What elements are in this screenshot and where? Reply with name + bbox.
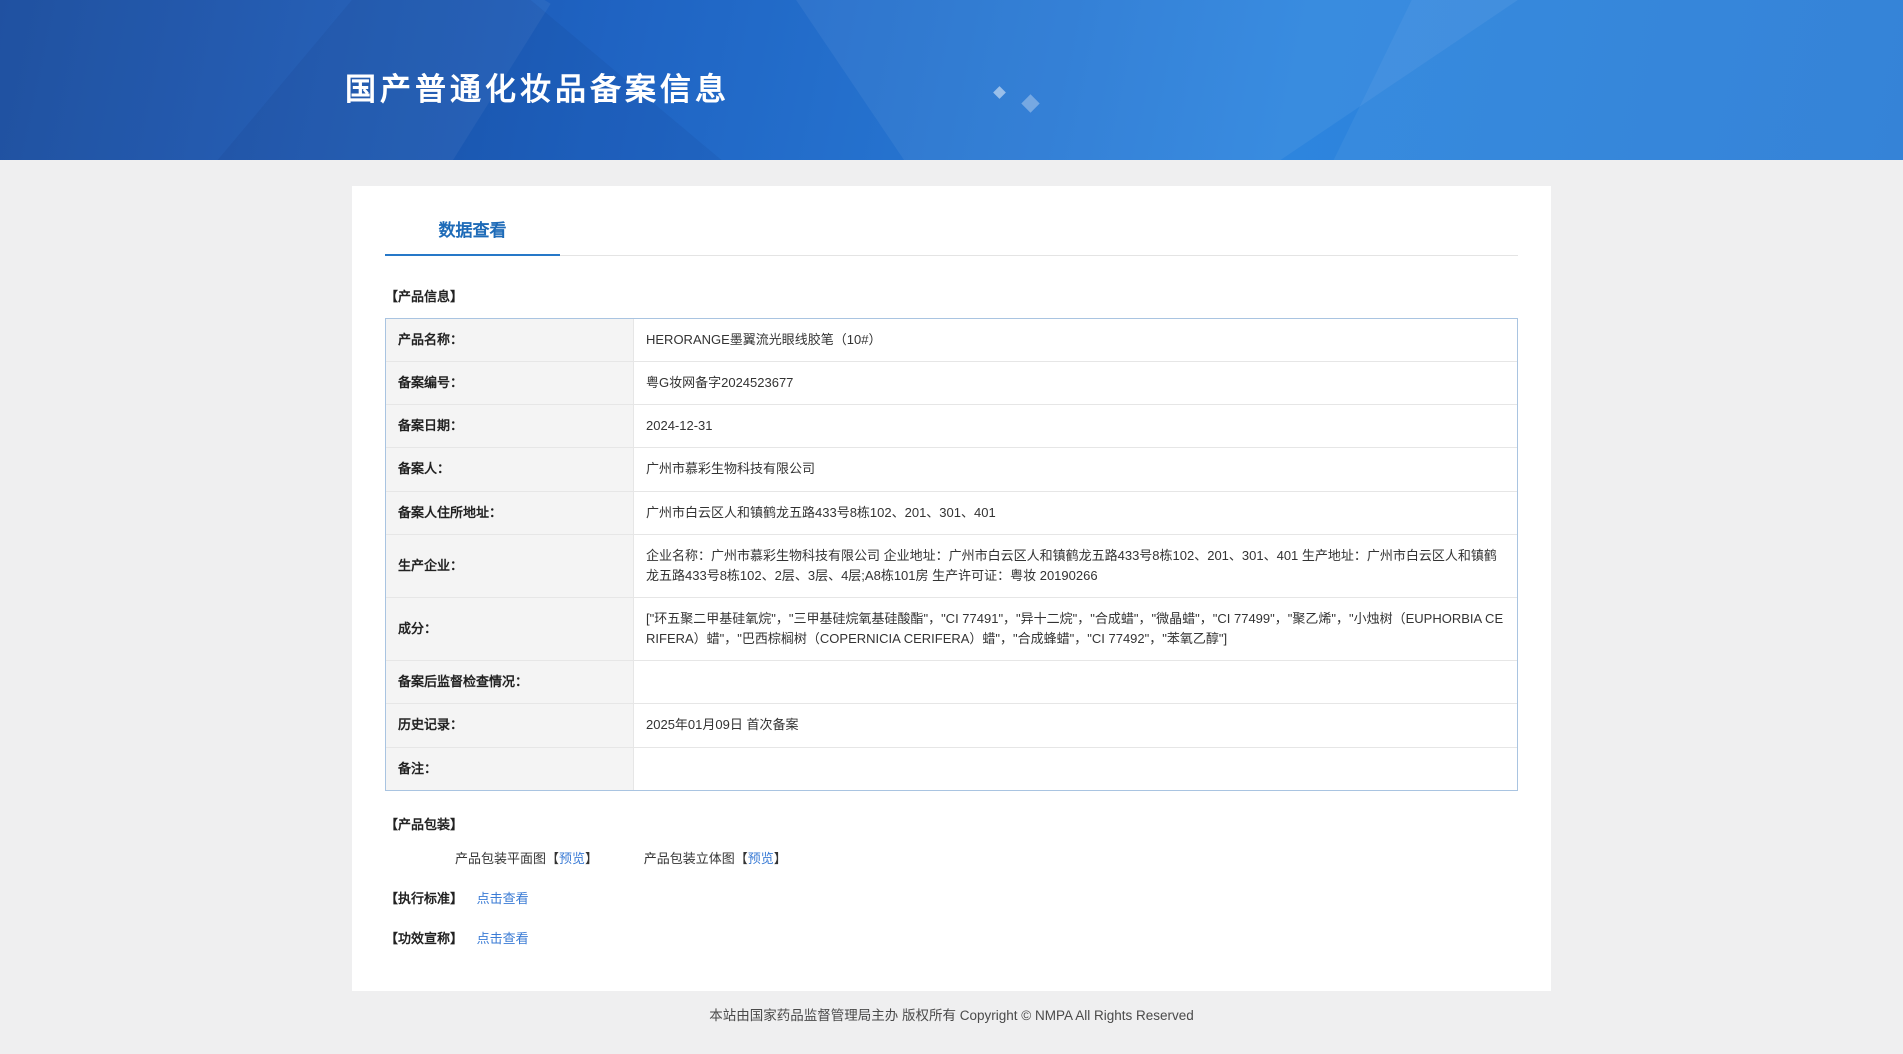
page-header: 国产普通化妆品备案信息 (0, 0, 1903, 160)
execution-standard-row: 【执行标准】 点击查看 (385, 888, 1518, 907)
execution-standard-view-link[interactable]: 点击查看 (477, 891, 529, 906)
tab-data-view-label: 数据查看 (439, 221, 507, 240)
row-label: 历史记录： (386, 704, 634, 747)
page-title: 国产普通化妆品备案信息 (345, 64, 730, 109)
row-value: ["环五聚二甲基硅氧烷"，"三甲基硅烷氧基硅酸酯"，"CI 77491"，"异十… (634, 598, 1517, 661)
table-row: 成分： ["环五聚二甲基硅氧烷"，"三甲基硅烷氧基硅酸酯"，"CI 77491"… (386, 598, 1517, 661)
packaging-stereo-label: 产品包装立体图 (644, 851, 735, 866)
row-value: 广州市慕彩生物科技有限公司 (634, 448, 1517, 491)
row-label: 备案人住所地址： (386, 492, 634, 535)
packaging-stereo-preview-link[interactable]: 预览 (748, 851, 774, 866)
banner-decor-dot (1021, 94, 1039, 112)
row-label: 备案后监督检查情况： (386, 661, 634, 704)
row-label: 生产企业： (386, 535, 634, 598)
section-title-product-info: 【产品信息】 (385, 286, 1518, 305)
section-title-efficacy-claim: 【功效宣称】 (385, 931, 463, 946)
row-value (634, 661, 1517, 704)
row-label: 成分： (386, 598, 634, 661)
packaging-flat-label: 产品包装平面图 (455, 851, 546, 866)
packaging-stereo-group: 产品包装立体图【预览】 (644, 851, 787, 866)
table-row: 备案后监督检查情况： (386, 661, 1517, 704)
row-label: 产品名称： (386, 319, 634, 362)
row-value: 广州市白云区人和镇鹤龙五路433号8栋102、201、301、401 (634, 492, 1517, 535)
table-row: 备注： (386, 748, 1517, 790)
row-label: 备注： (386, 748, 634, 790)
bracket-open: 【 (546, 851, 559, 866)
tab-bar: 数据查看 (385, 186, 1518, 256)
packaging-previews-row: 产品包装平面图【预览】 产品包装立体图【预览】 (385, 848, 1518, 867)
packaging-flat-group: 产品包装平面图【预览】 (455, 851, 602, 866)
table-row: 历史记录： 2025年01月09日 首次备案 (386, 704, 1517, 747)
section-title-execution-standard: 【执行标准】 (385, 891, 463, 906)
row-value (634, 748, 1517, 790)
row-label: 备案编号： (386, 362, 634, 405)
footer-text: 本站由国家药品监督管理局主办 版权所有 Copyright © NMPA All… (0, 991, 1903, 1054)
tab-data-view[interactable]: 数据查看 (385, 216, 560, 256)
content-card: 数据查看 【产品信息】 产品名称： HERORANGE墨翼流光眼线胶笔（10#）… (352, 186, 1551, 991)
efficacy-claim-row: 【功效宣称】 点击查看 (385, 928, 1518, 947)
row-value: 2024-12-31 (634, 405, 1517, 448)
row-value: 企业名称：广州市慕彩生物科技有限公司 企业地址：广州市白云区人和镇鹤龙五路433… (634, 535, 1517, 598)
bracket-close: 】 (774, 851, 787, 866)
table-row: 备案日期： 2024-12-31 (386, 405, 1517, 448)
row-label: 备案人： (386, 448, 634, 491)
row-value: 2025年01月09日 首次备案 (634, 704, 1517, 747)
bracket-open: 【 (735, 851, 748, 866)
row-value: HERORANGE墨翼流光眼线胶笔（10#） (634, 319, 1517, 362)
table-row: 备案人： 广州市慕彩生物科技有限公司 (386, 448, 1517, 491)
row-value: 粤G妆网备字2024523677 (634, 362, 1517, 405)
efficacy-claim-view-link[interactable]: 点击查看 (477, 931, 529, 946)
table-row: 备案人住所地址： 广州市白云区人和镇鹤龙五路433号8栋102、201、301、… (386, 492, 1517, 535)
bracket-close: 】 (585, 851, 598, 866)
banner-decor-dot (993, 86, 1006, 99)
banner-decor-shape (1299, 0, 1903, 160)
packaging-flat-preview-link[interactable]: 预览 (559, 851, 585, 866)
table-row: 备案编号： 粤G妆网备字2024523677 (386, 362, 1517, 405)
banner-decor-shape (781, 0, 1618, 160)
table-row: 产品名称： HERORANGE墨翼流光眼线胶笔（10#） (386, 319, 1517, 362)
row-label: 备案日期： (386, 405, 634, 448)
product-info-table: 产品名称： HERORANGE墨翼流光眼线胶笔（10#） 备案编号： 粤G妆网备… (385, 318, 1518, 791)
table-row: 生产企业： 企业名称：广州市慕彩生物科技有限公司 企业地址：广州市白云区人和镇鹤… (386, 535, 1517, 598)
section-title-product-packaging: 【产品包装】 (385, 814, 1518, 833)
